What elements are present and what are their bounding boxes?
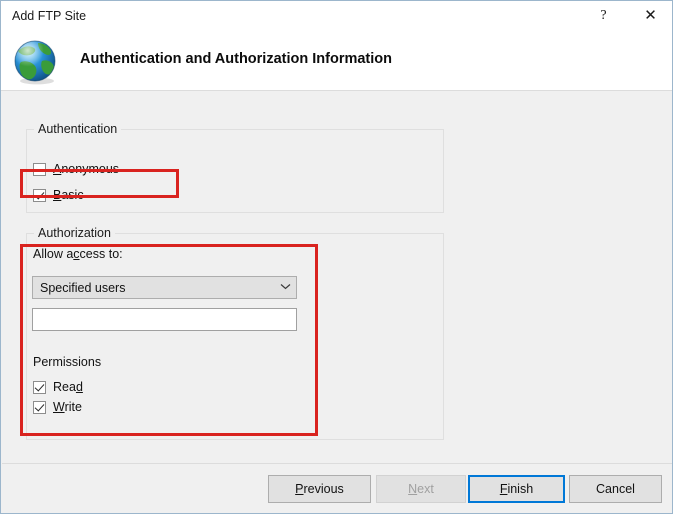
authorization-group-label: Authorization [34,226,115,240]
allow-access-to-dropdown[interactable]: Specified users [32,276,297,299]
checkbox-anonymous-label: Anonymous [53,162,120,176]
checkbox-read-box[interactable] [33,380,46,394]
chevron-down-icon [274,283,296,292]
window-title: Add FTP Site [12,9,87,23]
allow-access-to-value: Specified users [40,280,126,295]
checkbox-anonymous-box[interactable] [33,162,46,176]
globe-icon [12,38,60,86]
checkbox-anonymous[interactable]: Anonymous [33,160,119,178]
authorization-group: Authorization [26,226,444,440]
title-bar: Add FTP Site ? ✕ [1,1,672,33]
add-ftp-site-dialog: Add FTP Site ? ✕ Authentication and Auth… [0,0,673,514]
dialog-footer: Previous Next Finish Cancel [2,463,672,513]
dialog-body: Authentication Anonymous Basic Authoriza… [2,92,672,463]
close-button[interactable]: ✕ [628,1,672,31]
close-icon: ✕ [644,7,657,24]
finish-button[interactable]: Finish [468,475,565,503]
checkbox-basic-label: Basic [53,188,84,202]
accel-w: W [53,400,65,414]
checkbox-basic-box[interactable] [33,188,46,202]
previous-button[interactable]: Previous [268,475,371,503]
accel-n: N [408,482,418,496]
accel-d: d [75,380,83,394]
checkbox-write[interactable]: Write [33,398,82,416]
help-button[interactable]: ? [581,1,626,31]
specified-users-input[interactable] [32,308,297,331]
checkbox-read[interactable]: Read [33,378,83,396]
page-title: Authentication and Authorization Informa… [80,51,392,67]
authentication-group-label: Authentication [34,122,122,136]
checkbox-write-label: Write [53,400,82,414]
next-button: Next [376,475,466,503]
checkbox-write-box[interactable] [33,400,46,414]
checkbox-read-label: Read [53,380,83,394]
allow-access-to-label: Allow access to: [33,247,123,261]
accel-p: P [295,482,304,496]
question-mark-icon: ? [600,8,607,23]
permissions-label: Permissions [33,355,102,369]
cancel-button[interactable]: Cancel [569,475,662,503]
dialog-header: Authentication and Authorization Informa… [1,33,672,91]
checkbox-basic[interactable]: Basic [33,186,84,204]
